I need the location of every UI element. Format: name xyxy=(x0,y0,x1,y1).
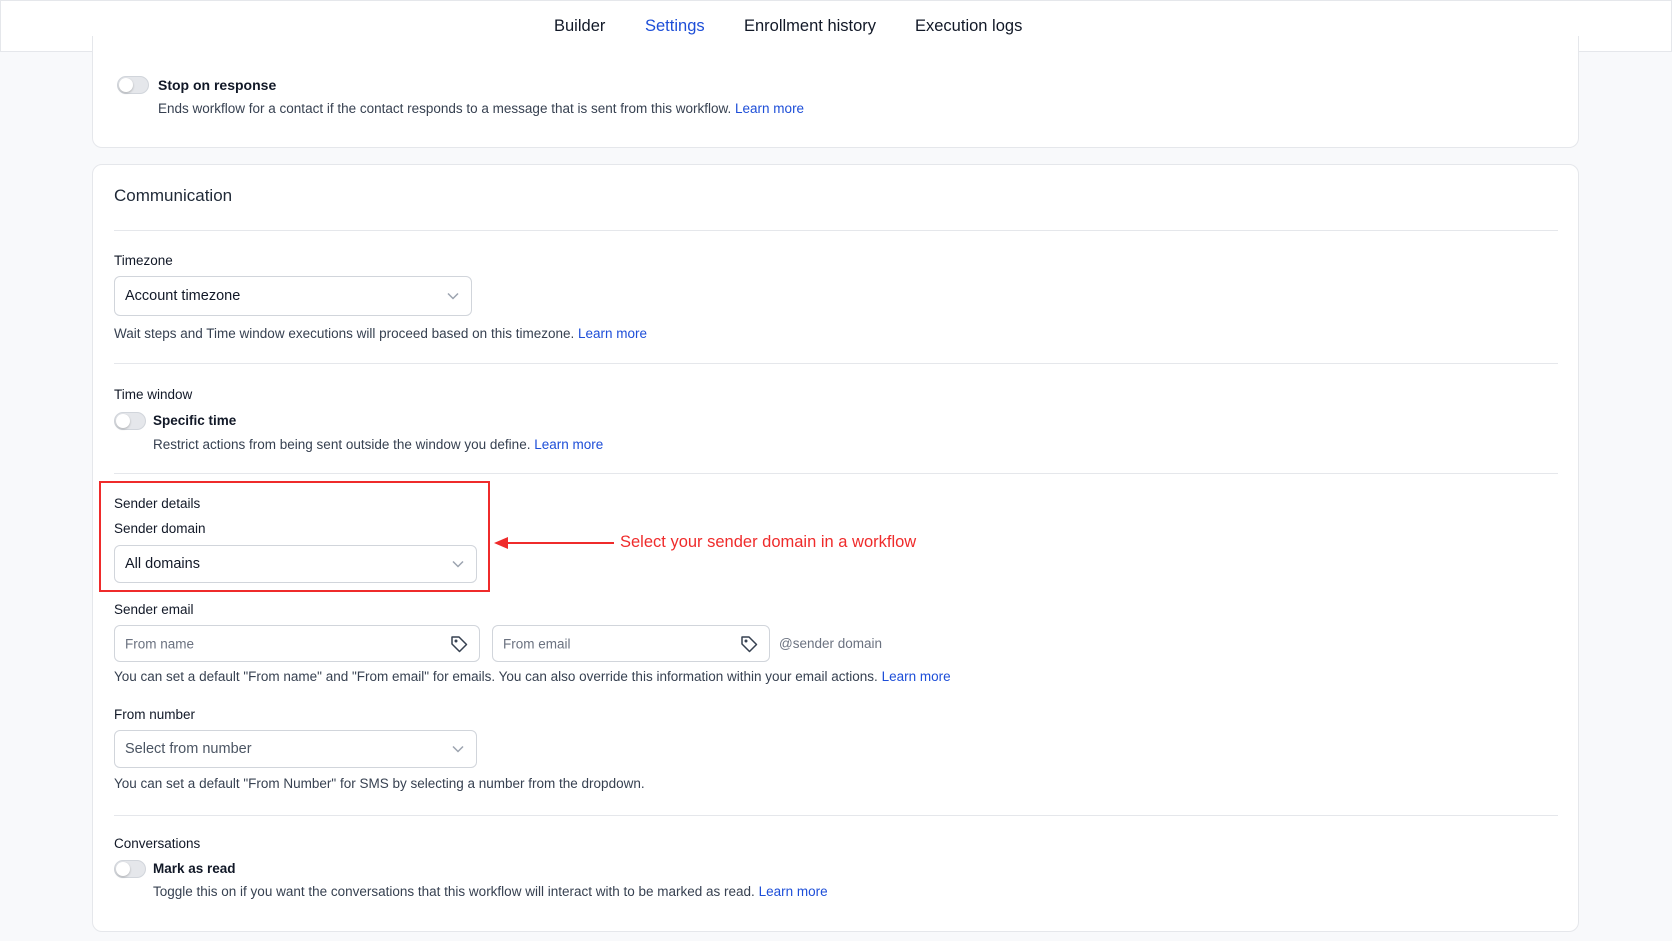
tag-icon[interactable] xyxy=(449,634,469,654)
from-name-input[interactable]: From name xyxy=(114,625,480,662)
divider xyxy=(114,230,1558,231)
from-email-placeholder: From email xyxy=(503,636,571,651)
specific-time-toggle[interactable] xyxy=(114,412,146,430)
description-text: Ends workflow for a contact if the conta… xyxy=(158,101,732,116)
time-window-description: Restrict actions from being sent outside… xyxy=(153,437,603,452)
arrow-left-icon xyxy=(494,537,614,549)
stop-on-response-description: Ends workflow for a contact if the conta… xyxy=(158,101,804,116)
learn-more-link[interactable]: Learn more xyxy=(882,669,951,684)
divider xyxy=(114,363,1558,364)
learn-more-link[interactable]: Learn more xyxy=(735,101,804,116)
mark-as-read-title: Mark as read xyxy=(153,861,236,876)
from-number-description: You can set a default "From Number" for … xyxy=(114,776,645,791)
timezone-label: Timezone xyxy=(114,253,173,268)
description-text: Restrict actions from being sent outside… xyxy=(153,437,531,452)
annotation-text: Select your sender domain in a workflow xyxy=(620,533,917,551)
timezone-description: Wait steps and Time window executions wi… xyxy=(114,326,647,341)
description-text: Wait steps and Time window executions wi… xyxy=(114,326,575,341)
sender-domain-suffix: @sender domain xyxy=(779,636,883,651)
timezone-select-value: Account timezone xyxy=(125,288,241,304)
timezone-select[interactable]: Account timezone xyxy=(114,276,472,316)
toggle-knob xyxy=(119,78,133,92)
from-number-select[interactable]: Select from number xyxy=(114,730,477,768)
toggle-knob xyxy=(116,414,130,428)
specific-time-title: Specific time xyxy=(153,413,237,428)
chevron-down-icon xyxy=(447,292,459,300)
stop-on-response-title: Stop on response xyxy=(158,77,277,93)
learn-more-link[interactable]: Learn more xyxy=(759,884,828,899)
conversations-description: Toggle this on if you want the conversat… xyxy=(153,884,828,899)
sender-email-description: You can set a default "From name" and "F… xyxy=(114,669,951,684)
divider xyxy=(114,473,1558,474)
toggle-knob xyxy=(116,862,130,876)
communication-section-title: Communication xyxy=(114,186,233,205)
tag-icon[interactable] xyxy=(739,634,759,654)
time-window-label: Time window xyxy=(114,387,193,402)
learn-more-link[interactable]: Learn more xyxy=(578,326,647,341)
from-number-placeholder: Select from number xyxy=(125,741,252,757)
description-text: Toggle this on if you want the conversat… xyxy=(153,884,755,899)
highlight-box xyxy=(99,481,490,592)
from-number-label: From number xyxy=(114,707,196,722)
workflow-behavior-card xyxy=(92,36,1579,148)
from-name-placeholder: From name xyxy=(125,636,195,651)
mark-as-read-toggle[interactable] xyxy=(114,860,146,878)
sender-email-label: Sender email xyxy=(114,602,194,617)
description-text: You can set a default "From name" and "F… xyxy=(114,669,878,684)
chevron-down-icon xyxy=(452,745,464,753)
stop-on-response-toggle[interactable] xyxy=(117,76,149,94)
conversations-label: Conversations xyxy=(114,836,201,851)
learn-more-link[interactable]: Learn more xyxy=(534,437,603,452)
from-email-input[interactable]: From email xyxy=(492,625,770,662)
divider xyxy=(114,815,1558,816)
